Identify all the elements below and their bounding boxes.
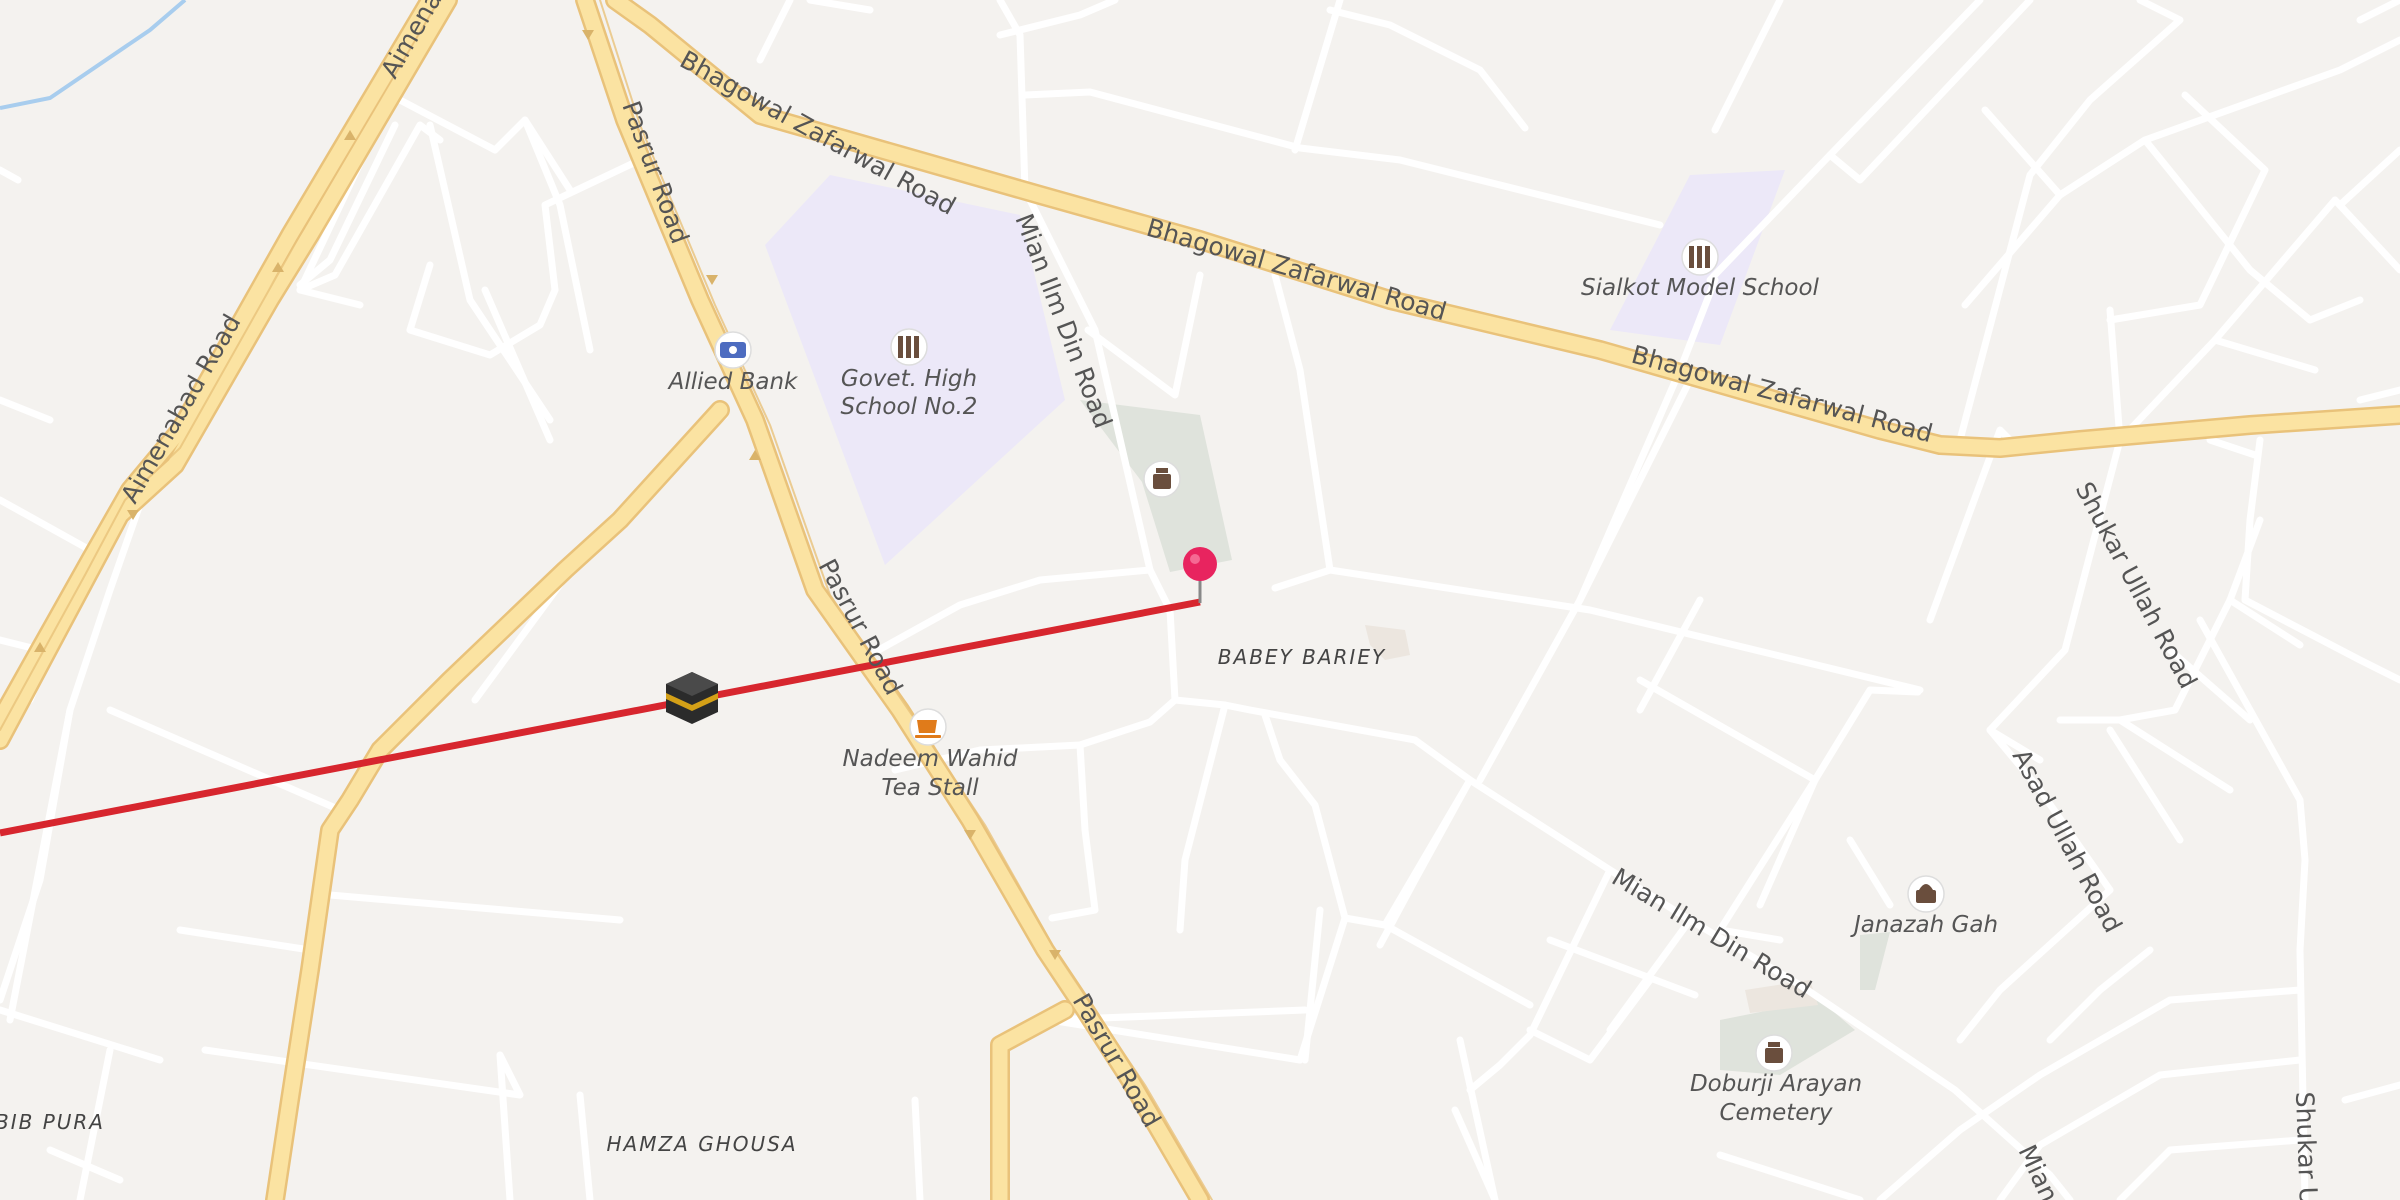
poi-label-doburji-2: Cemetery: [1719, 1100, 1832, 1126]
area-label-babey-bariey: BABEY BARIEY: [1218, 645, 1386, 669]
area-label-bib-pura: BIB PURA: [0, 1110, 105, 1134]
road-label-shukar-partial: Shukar U: [2290, 1091, 2323, 1200]
map-canvas[interactable]: Aimenabad Road Aimena Pasrur Road Pasrur…: [0, 0, 2400, 1200]
poi-label-nadeem-tea-2: Tea Stall: [881, 775, 979, 801]
bank-icon: [720, 342, 746, 358]
poi-label-govt-school-1: Govet. High: [841, 366, 977, 392]
area-label-hamza-ghousa: HAMZA GHOUSA: [606, 1132, 797, 1156]
poi-label-nadeem-tea-1: Nadeem Wahid: [842, 746, 1017, 772]
poi-green-cemetery[interactable]: [1143, 460, 1181, 498]
school-icon: [898, 336, 919, 358]
poi-label-govt-school-2: School No.2: [841, 394, 978, 420]
poi-label-allied-bank: Allied Bank: [667, 369, 799, 395]
school-icon: [1689, 246, 1710, 268]
poi-label-janazah-gah: Janazah Gah: [1850, 912, 1998, 938]
poi-label-doburji-1: Doburji Arayan: [1690, 1071, 1862, 1097]
poi-label-sialkot-model-school: Sialkot Model School: [1581, 275, 1820, 301]
